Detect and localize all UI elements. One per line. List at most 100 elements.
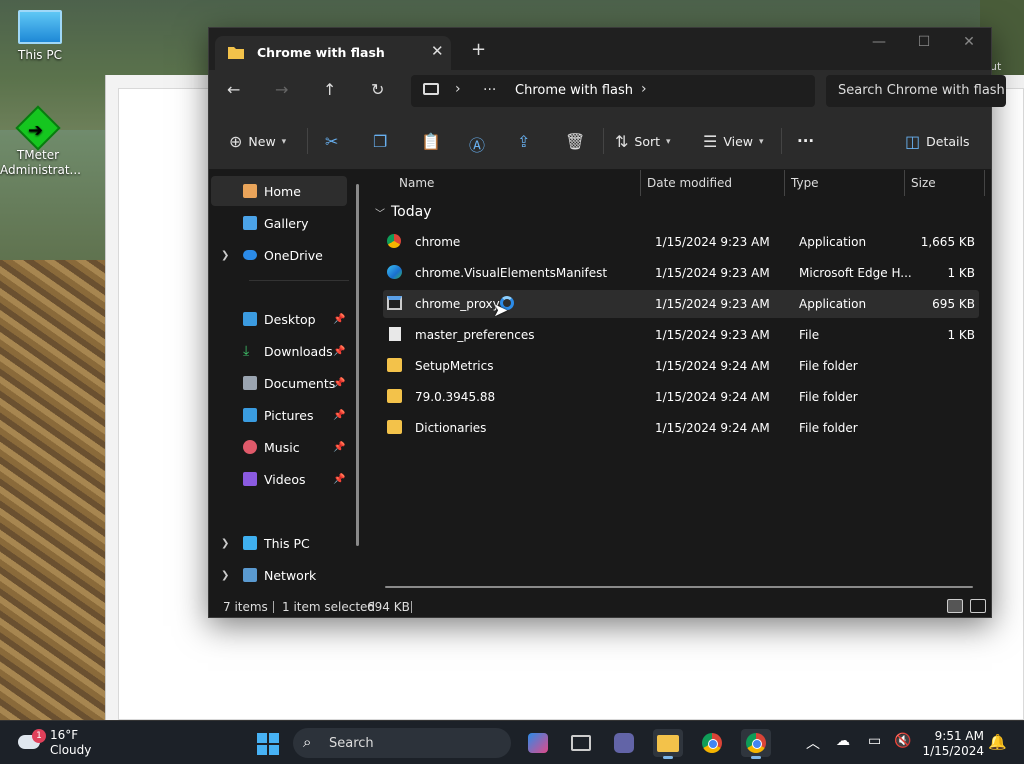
chrome-icon [387, 234, 401, 248]
chevron-down-icon: ▾ [281, 136, 287, 147]
table-row[interactable]: Dictionaries 1/15/2024 9:24 AM File fold… [383, 414, 979, 442]
close-window-icon[interactable]: ✕ [959, 34, 979, 50]
details-view-button[interactable] [947, 599, 963, 613]
nav-item-network[interactable]: ❯ Network [211, 560, 347, 590]
chevron-right-icon[interactable]: › [641, 81, 647, 97]
details-button[interactable]: ◫ Details [905, 132, 969, 151]
folder-icon [387, 358, 402, 372]
column-header-name[interactable]: Name [399, 170, 434, 196]
refresh-icon[interactable]: ↻ [371, 80, 384, 99]
maximize-icon[interactable]: ☐ [914, 34, 934, 50]
toolbar-divider [781, 128, 782, 154]
table-row[interactable]: SetupMetrics 1/15/2024 9:24 AM File fold… [383, 352, 979, 380]
breadcrumb-current[interactable]: Chrome with flash [515, 83, 633, 98]
nav-item-documents[interactable]: Documents 📌 [211, 368, 347, 398]
desktop-icon-tmeter[interactable]: ➔ TMeter Administrat... [0, 105, 81, 178]
nav-item-home[interactable]: Home [211, 176, 347, 206]
nav-item-videos[interactable]: Videos 📌 [211, 464, 347, 494]
details-pane-icon: ◫ [905, 132, 921, 151]
up-icon[interactable]: ↑ [323, 80, 336, 99]
taskbar-app-store-preview[interactable] [523, 729, 553, 757]
rename-button[interactable]: Ⓐ [469, 132, 485, 156]
nav-label: Home [264, 183, 301, 199]
weather-widget[interactable]: 1 16°F Cloudy [16, 728, 116, 759]
nav-label: This PC [264, 535, 310, 551]
file-date: 1/15/2024 9:23 AM [655, 328, 770, 342]
file-date: 1/15/2024 9:24 AM [655, 359, 770, 373]
column-header-type[interactable]: Type [791, 170, 819, 196]
table-row[interactable]: chrome.VisualElementsManifest 1/15/2024 … [383, 259, 979, 287]
application-icon [387, 296, 402, 310]
cut-button[interactable]: ✂ [325, 132, 338, 151]
pin-icon: 📌 [333, 313, 346, 325]
nav-item-pictures[interactable]: Pictures 📌 [211, 400, 347, 430]
mouse-cursor-icon: ➤ [493, 300, 509, 321]
minimize-icon[interactable]: — [869, 34, 889, 50]
column-divider[interactable] [640, 170, 641, 196]
forward-icon[interactable]: → [275, 80, 288, 99]
taskbar-search[interactable]: ⌕ Search [293, 728, 511, 758]
nav-item-desktop[interactable]: Desktop 📌 [211, 304, 347, 334]
nav-item-onedrive[interactable]: ❯ OneDrive [211, 240, 347, 270]
taskbar-file-explorer[interactable] [653, 729, 683, 759]
chevron-right-icon[interactable]: ❯ [221, 250, 229, 261]
back-icon[interactable]: ← [227, 80, 240, 99]
nav-item-gallery[interactable]: Gallery [211, 208, 347, 238]
chevron-down-icon: ▾ [759, 136, 764, 147]
view-button[interactable]: ☰ View ▾ [703, 132, 764, 151]
new-label: New [248, 134, 276, 149]
paste-button[interactable]: 📋 [421, 132, 441, 151]
nav-item-music[interactable]: Music 📌 [211, 432, 347, 462]
breadcrumb[interactable]: › ··· Chrome with flash › [411, 75, 815, 107]
chevron-right-icon[interactable]: › [455, 81, 461, 97]
column-divider[interactable] [784, 170, 785, 196]
table-row[interactable]: chrome 1/15/2024 9:23 AM Application 1,6… [383, 228, 979, 256]
new-tab-icon[interactable]: + [471, 39, 486, 60]
table-row[interactable]: 79.0.3945.88 1/15/2024 9:24 AM File fold… [383, 383, 979, 411]
taskbar-teams[interactable] [609, 729, 639, 757]
column-header-size[interactable]: Size [911, 170, 936, 196]
folder-icon [228, 47, 244, 59]
chevron-right-icon[interactable]: ❯ [221, 570, 229, 581]
horizontal-scrollbar[interactable] [385, 586, 973, 588]
file-name: master_preferences [415, 328, 535, 342]
search-input[interactable]: Search Chrome with flash [826, 75, 1006, 107]
start-button[interactable] [257, 733, 279, 755]
tab-chrome-with-flash[interactable]: Chrome with flash ✕ [215, 36, 451, 70]
nav-item-this-pc[interactable]: ❯ This PC [211, 528, 347, 558]
volume-muted-icon[interactable]: 🔇 [894, 733, 911, 749]
desktop-icon-this-pc[interactable]: This PC [2, 10, 78, 62]
column-divider[interactable] [904, 170, 905, 196]
breadcrumb-overflow[interactable]: ··· [483, 82, 496, 98]
delete-button[interactable]: 🗑 [565, 132, 585, 151]
onedrive-offline-icon[interactable]: ☁ [836, 733, 850, 749]
taskbar-chrome[interactable] [697, 729, 727, 757]
chevron-right-icon[interactable]: ❯ [221, 538, 229, 549]
music-icon [243, 440, 257, 454]
see-more-button[interactable]: ··· [797, 132, 814, 150]
nav-label: Documents [264, 375, 336, 391]
command-bar: ⊕ New ▾ ✂ ❐ 📋 Ⓐ ⇪ 🗑 ⇅ Sort ▾ ☰ View ▾ ··… [209, 112, 991, 170]
column-divider[interactable] [984, 170, 985, 196]
nav-scrollbar[interactable] [356, 184, 359, 546]
taskbar-task-view[interactable] [566, 729, 596, 757]
copy-button[interactable]: ❐ [373, 132, 387, 151]
sort-button[interactable]: ⇅ Sort ▾ [615, 132, 671, 151]
new-button[interactable]: ⊕ New ▾ [229, 132, 286, 151]
column-header-date[interactable]: Date modified [647, 170, 732, 196]
display-icon[interactable]: ▭ [868, 733, 881, 749]
nav-item-downloads[interactable]: ⤓ Downloads 📌 [211, 336, 347, 366]
taskbar-chrome-flash[interactable] [741, 729, 771, 759]
share-button[interactable]: ⇪ [517, 132, 530, 151]
table-row[interactable]: master_preferences 1/15/2024 9:23 AM Fil… [383, 321, 979, 349]
chevron-up-icon[interactable]: ︿ [806, 733, 820, 753]
desktop-wallpaper-leaves [0, 260, 110, 720]
group-header-today[interactable]: ﹀ Today [375, 204, 432, 220]
tiles-view-button[interactable] [970, 599, 986, 613]
system-clock[interactable]: 9:51 AM 1/15/2024 [918, 729, 984, 759]
notification-bell-icon[interactable]: 🔔 [988, 733, 1007, 751]
tmeter-icon: ➔ [15, 105, 61, 151]
close-tab-icon[interactable]: ✕ [431, 42, 444, 60]
table-row[interactable]: chrome_proxy 1/15/2024 9:23 AM Applicati… [383, 290, 979, 318]
taskbar: 1 16°F Cloudy ⌕ Search ︿ ☁ ▭ 🔇 9:51 AM 1… [0, 720, 1024, 764]
